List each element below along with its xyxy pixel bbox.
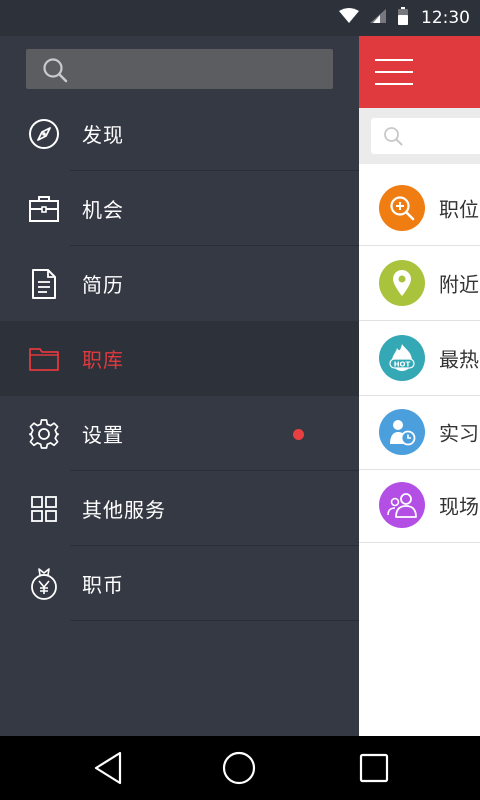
list-item-onsite[interactable]: 现场 [359,468,480,543]
drawer-menu: 发现 机会 简历 职库 设置 其他服务 职币 [0,96,359,621]
drawer-item-resume[interactable]: 简历 [0,246,359,321]
home-icon[interactable] [219,750,259,786]
clock-time: 12:30 [421,8,470,28]
list-item-label: 职位 [439,197,479,222]
compass-icon [27,117,61,151]
hot-icon: HOT [379,335,425,381]
search-plus-icon [379,185,425,231]
briefcase-icon [27,192,61,226]
back-icon[interactable] [88,750,128,786]
search-icon [384,127,403,146]
svg-text:HOT: HOT [394,361,411,369]
status-bar: 12:30 [0,0,480,36]
list-item-hottest[interactable]: HOT 最热 [359,321,480,396]
status-icons: 12:30 [339,0,470,36]
folder-icon [27,342,61,376]
drawer-item-opportunity[interactable]: 机会 [0,171,359,246]
list-item-nearby[interactable]: 附近 [359,246,480,321]
wifi-icon [339,8,359,28]
list-item-jobs[interactable]: 职位 [359,171,480,246]
app-bar [359,36,480,108]
main-content: 职位 附近 HOT 最热 实习 现场 [359,36,480,736]
battery-icon [397,7,409,29]
list-item-label: 实习 [439,421,479,446]
navigation-drawer: 发现 机会 简历 职库 设置 其他服务 职币 [0,36,359,736]
grid-icon [27,492,61,526]
menu-icon[interactable] [375,59,413,85]
money-bag-icon [27,567,61,601]
list-item-internship[interactable]: 实习 [359,395,480,470]
intern-clock-icon [379,409,425,455]
search-icon [43,58,68,83]
drawer-item-label: 职币 [82,573,124,597]
drawer-item-label: 设置 [82,423,124,447]
drawer-item-discover[interactable]: 发现 [0,96,359,171]
main-search-input[interactable] [371,118,480,154]
recents-icon[interactable] [354,750,394,786]
document-icon [27,267,61,301]
drawer-item-label: 机会 [82,198,124,222]
drawer-item-coins[interactable]: 职币 [0,546,359,621]
list-item-label: 最热 [439,347,479,372]
drawer-item-label: 发现 [82,123,124,147]
drawer-item-label: 其他服务 [82,498,166,522]
drawer-search-input[interactable] [26,49,333,89]
system-nav-bar [0,736,480,800]
drawer-item-label: 简历 [82,273,124,297]
drawer-item-other-services[interactable]: 其他服务 [0,471,359,546]
signal-icon [369,8,387,28]
divider [70,620,359,621]
main-search-bar [359,108,480,164]
location-pin-icon [379,260,425,306]
list-item-label: 附近 [439,272,479,297]
notification-dot [293,428,304,440]
drawer-item-settings[interactable]: 设置 [0,396,359,471]
gear-icon [27,417,61,451]
drawer-item-label: 职库 [82,348,124,372]
people-icon [379,482,425,528]
list-item-label: 现场 [439,494,479,519]
drawer-item-job-library[interactable]: 职库 [0,321,359,396]
